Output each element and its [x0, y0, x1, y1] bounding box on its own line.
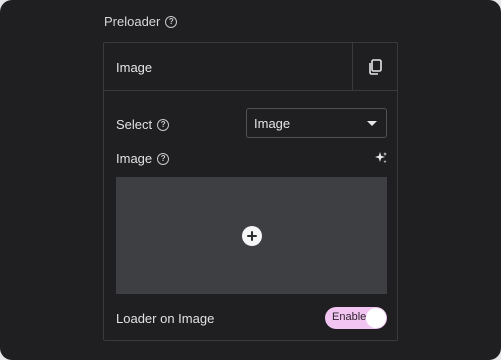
- loader-on-image-toggle[interactable]: Enable: [325, 307, 387, 329]
- toggle-knob: [366, 308, 386, 328]
- select-label-row: Select ?: [116, 117, 170, 132]
- duplicate-button[interactable]: [352, 43, 397, 90]
- help-icon[interactable]: ?: [157, 118, 170, 131]
- loader-label: Loader on Image: [116, 311, 215, 326]
- duplicate-icon: [369, 58, 382, 75]
- plus-icon: [246, 230, 257, 241]
- chevron-down-icon: [367, 121, 377, 126]
- help-icon[interactable]: ?: [157, 152, 170, 165]
- preloader-settings: Preloader ? Image Select ? Image Image ?: [0, 0, 501, 360]
- toggle-label: Enable: [332, 311, 367, 323]
- panel-title: Image: [116, 60, 153, 75]
- image-label: Image: [116, 151, 153, 166]
- panel-header[interactable]: Image: [104, 43, 397, 91]
- image-dropzone[interactable]: [116, 177, 387, 294]
- help-icon[interactable]: ?: [165, 15, 178, 28]
- image-type-select[interactable]: Image: [246, 108, 387, 138]
- loader-label-row: Loader on Image: [116, 311, 214, 326]
- section-header: Preloader ?: [104, 14, 178, 29]
- select-value: Image: [254, 115, 291, 131]
- preloader-panel: Image Select ? Image Image ? Loader on I…: [103, 42, 398, 341]
- image-label-row: Image ?: [116, 151, 170, 166]
- add-image-button[interactable]: [241, 225, 262, 246]
- sparkles-icon[interactable]: [374, 151, 388, 165]
- select-label: Select: [116, 117, 153, 132]
- section-title: Preloader: [104, 14, 161, 29]
